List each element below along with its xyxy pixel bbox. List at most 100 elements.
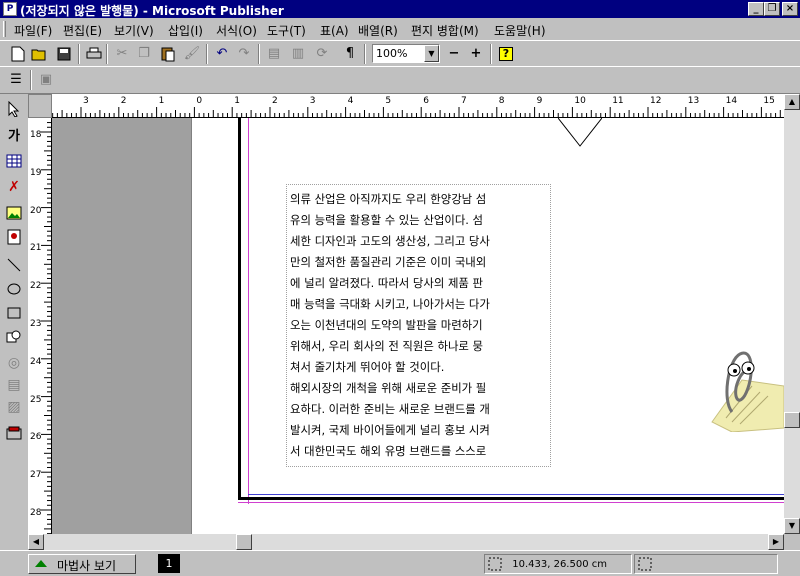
menu-insert[interactable]: 삽입(I) xyxy=(168,22,203,39)
hotspot-tool-icon[interactable]: ▤ xyxy=(4,374,24,396)
page-navigator[interactable]: 1 xyxy=(158,554,180,573)
picture-frame-tool-icon[interactable] xyxy=(4,202,24,224)
custom-shapes-tool-icon[interactable] xyxy=(4,326,24,348)
redo-icon[interactable]: ↷ xyxy=(234,44,254,64)
ruler-label: 6 xyxy=(423,96,429,106)
wizard-triangle-icon xyxy=(35,560,47,567)
format-painter-icon[interactable]: 🖌 xyxy=(182,44,202,64)
restore-button[interactable]: ❐ xyxy=(764,2,780,16)
wordart-tool-icon[interactable]: ✗ xyxy=(4,176,24,198)
ruler-label: 3 xyxy=(309,96,316,106)
close-button[interactable]: × xyxy=(782,2,798,16)
toolbar-separator xyxy=(30,70,32,90)
oval-tool-icon[interactable] xyxy=(4,278,24,300)
zoom-select[interactable]: 100% ▼ xyxy=(372,44,440,63)
special-characters-icon[interactable]: ¶ xyxy=(340,44,360,64)
menu-grip[interactable] xyxy=(3,21,6,37)
horizontal-scroll-thumb[interactable] xyxy=(236,534,252,550)
line-tool-icon[interactable] xyxy=(4,254,24,276)
ruler-label: 7 xyxy=(461,96,467,106)
wizard-label: 마법사 보기 xyxy=(57,559,117,573)
open-icon[interactable] xyxy=(30,44,50,64)
margin-guide-bottom xyxy=(238,502,784,503)
ruler-label: 2 xyxy=(272,96,278,106)
chevron-down-icon[interactable]: ▼ xyxy=(424,45,439,62)
text-line: 요하다. 이러한 준비는 새로운 브랜드를 개 xyxy=(290,402,490,416)
scroll-right-arrow-icon[interactable]: ▶ xyxy=(768,534,784,550)
ruler-label: 13 xyxy=(687,96,700,106)
horizontal-ruler[interactable]: 3 2 1 0 1 2 3 4 5 6 7 8 9 10 11 12 13 14 15 xyxy=(52,94,784,118)
ruler-label: 5 xyxy=(385,96,392,106)
rectangle-tool-icon[interactable] xyxy=(4,302,24,324)
save-icon[interactable] xyxy=(54,44,74,64)
text-line: 의류 산업은 아직까지도 우리 한양강남 섬 xyxy=(290,192,487,206)
copy-icon[interactable]: ❐ xyxy=(134,44,154,64)
new-icon[interactable] xyxy=(8,44,28,64)
scroll-down-arrow-icon[interactable]: ▼ xyxy=(784,518,800,534)
scroll-left-arrow-icon[interactable]: ◀ xyxy=(28,534,44,550)
ruler-label: 8 xyxy=(498,96,505,106)
cut-icon[interactable]: ✂ xyxy=(112,44,132,64)
form-control-tool-icon[interactable]: ◎ xyxy=(4,352,24,374)
ruler-corner[interactable] xyxy=(28,94,52,118)
publisher-app-icon[interactable]: P xyxy=(3,2,17,16)
ruler-label: 18 xyxy=(30,130,42,140)
menu-tools[interactable]: 도구(T) xyxy=(267,22,306,39)
horizontal-scrollbar[interactable]: ◀ ▶ xyxy=(28,534,784,550)
position-icon xyxy=(488,557,502,571)
menu-bar: 파일(F) 편집(E) 보기(V) 삽입(I) 서식(O) 도구(T) 표(A)… xyxy=(0,18,800,40)
ruler-label: 25 xyxy=(30,394,42,405)
menu-help[interactable]: 도움말(H) xyxy=(494,22,546,39)
text-frame-tool-icon[interactable]: 가 xyxy=(4,126,24,148)
menu-format[interactable]: 서식(O) xyxy=(216,22,257,39)
ruler-label: 15 xyxy=(763,96,775,106)
align-icon[interactable]: ☰ xyxy=(6,70,26,90)
toolbar-separator xyxy=(258,44,260,64)
menu-arrange[interactable]: 배열(R) xyxy=(358,22,398,39)
vertical-scroll-thumb[interactable] xyxy=(784,412,800,428)
ruler-label: 28 xyxy=(30,508,42,518)
scratch-area[interactable] xyxy=(52,118,192,534)
clip-gallery-tool-icon[interactable] xyxy=(4,226,24,248)
ruler-label: 4 xyxy=(347,96,354,106)
table-frame-tool-icon[interactable] xyxy=(4,150,24,172)
design-gallery-tool-icon[interactable] xyxy=(4,422,24,444)
send-to-back-icon[interactable]: ▥ xyxy=(288,44,308,64)
help-button[interactable]: ? xyxy=(496,44,516,64)
html-code-tool-icon[interactable]: ▨ xyxy=(4,396,24,418)
scroll-up-arrow-icon[interactable]: ▲ xyxy=(784,94,800,110)
rotate-icon[interactable]: ⟳ xyxy=(312,44,332,64)
print-icon[interactable] xyxy=(84,44,104,64)
ruler-label: 1 xyxy=(158,96,165,106)
text-frame[interactable]: 의류 산업은 아직까지도 우리 한양강남 섬 유의 능력을 활용할 수 있는 산… xyxy=(286,184,551,467)
vertical-ruler[interactable]: 18 19 20 21 22 23 24 25 26 27 28 xyxy=(28,118,52,534)
column-guide-bottom xyxy=(248,494,784,495)
menu-file[interactable]: 파일(F) xyxy=(14,22,52,39)
zoom-in-button[interactable]: + xyxy=(466,44,486,64)
menu-view[interactable]: 보기(V) xyxy=(114,22,154,39)
toolbar-separator xyxy=(78,44,80,64)
undo-icon[interactable]: ↶ xyxy=(212,44,232,64)
size-indicator xyxy=(634,554,778,574)
pointer-icon[interactable] xyxy=(4,98,24,120)
title-bar: P (저장되지 않은 발행물) - Microsoft Publisher _ … xyxy=(0,0,800,18)
ruler-label: 20 xyxy=(30,205,42,216)
bring-to-front-icon[interactable]: ▤ xyxy=(264,44,284,64)
show-wizard-button[interactable]: 마법사 보기 xyxy=(28,554,136,574)
ruler-label: 23 xyxy=(30,319,42,329)
vertical-scrollbar[interactable]: ▲ ▼ xyxy=(784,94,800,534)
window-title: (저장되지 않은 발행물) - Microsoft Publisher xyxy=(20,4,284,18)
properties-icon[interactable]: ▣ xyxy=(36,70,56,90)
size-icon xyxy=(638,557,652,571)
menu-edit[interactable]: 편집(E) xyxy=(63,22,102,39)
paste-icon[interactable] xyxy=(158,44,178,64)
zoom-out-button[interactable]: − xyxy=(444,44,464,64)
text-line: 서 대한민국도 해외 유명 브랜드를 스스로 xyxy=(290,444,487,458)
menu-table[interactable]: 표(A) xyxy=(320,22,349,39)
office-assistant-clippy-icon[interactable] xyxy=(692,340,784,432)
minimize-button[interactable]: _ xyxy=(748,2,764,16)
ruler-label: 21 xyxy=(30,243,42,254)
document-workspace[interactable]: 의류 산업은 아직까지도 우리 한양강남 섬 유의 능력을 활용할 수 있는 산… xyxy=(52,118,784,534)
menu-mail-merge[interactable]: 편지 병합(M) xyxy=(411,22,479,39)
margin-guide-left xyxy=(248,118,249,504)
